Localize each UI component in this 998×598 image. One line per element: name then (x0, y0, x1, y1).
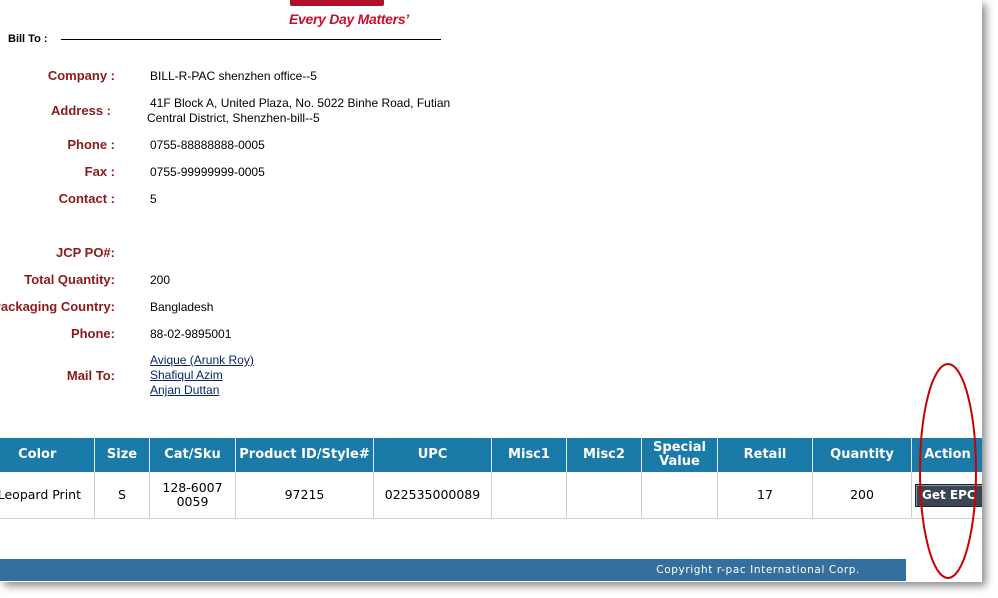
fax-label: Fax : (84, 164, 115, 179)
phone-value: 0755-88888888-0005 (150, 138, 265, 152)
bill-to-divider (61, 39, 441, 40)
mail-to-link[interactable]: Avique (Arunk Roy) (150, 353, 254, 368)
column-header-action: Action (911, 438, 982, 472)
column-header-cat-sku: Cat/Sku (149, 438, 236, 472)
phone-label: Phone : (67, 137, 115, 152)
cell-retail: 17 (717, 472, 813, 519)
fax-value: 0755-99999999-0005 (150, 165, 265, 179)
brand-tagline: Every Day Matters’ (289, 11, 409, 27)
contact-label: Contact : (58, 191, 115, 206)
column-header-size: Size (94, 438, 150, 472)
total-quantity-label: Total Quantity: (24, 272, 115, 287)
copyright-text: Copyright r-pac International Corp. (656, 564, 860, 576)
mail-to-link[interactable]: Shafiqul Azim (150, 368, 254, 383)
company-label: Company : (47, 68, 115, 83)
mail-to-list: Avique (Arunk Roy) Shafiqul Azim Anjan D… (150, 353, 254, 398)
column-header-special-value: Special Value (641, 438, 718, 472)
company-value: BILL-R-PAC shenzhen office--5 (150, 69, 317, 83)
cell-special-value (641, 472, 718, 519)
cell-quantity: 200 (812, 472, 912, 519)
column-header-quantity: Quantity (812, 438, 912, 472)
po-label: JCP PO#: (55, 245, 115, 260)
cell-misc2 (566, 472, 642, 519)
cat-sku-line: 0059 (176, 494, 209, 509)
order-page: Every Day Matters’ Bill To : Company : B… (0, 0, 982, 582)
packaging-country-value: Bangladesh (150, 300, 214, 314)
cell-action: Get EPC (911, 472, 982, 519)
order-phone-label: Phone: (70, 326, 115, 341)
total-quantity-value: 200 (150, 273, 171, 287)
cell-upc: 022535000089 (373, 472, 492, 519)
products-table: Color Size Cat/Sku Product ID/Style# UPC… (0, 438, 982, 519)
column-header-color: Color (0, 438, 95, 472)
column-header-misc1: Misc1 (491, 438, 567, 472)
address-line-2: Central District, Shenzhen-bill--5 (147, 111, 320, 125)
cell-size: S (94, 472, 150, 519)
bill-to-label: Bill To : (8, 33, 48, 45)
column-header-retail: Retail (717, 438, 813, 472)
table-row: Leopard Print S 128-6007 0059 97215 0225… (0, 472, 982, 519)
column-header-upc: UPC (373, 438, 492, 472)
logo-banner (290, 0, 384, 6)
cell-color: Leopard Print (0, 472, 95, 519)
table-header-row: Color Size Cat/Sku Product ID/Style# UPC… (0, 438, 982, 472)
cell-misc1 (491, 472, 567, 519)
packaging-country-label: Packaging Country: (0, 299, 115, 314)
address-line-1: 41F Block A, United Plaza, No. 5022 Binh… (150, 96, 451, 110)
contact-value: 5 (150, 192, 157, 206)
mail-to-label: Mail To: (66, 368, 115, 383)
address-label: Address : (51, 103, 111, 118)
column-header-misc2: Misc2 (566, 438, 642, 472)
cell-cat-sku: 128-6007 0059 (149, 472, 236, 519)
footer-bar: Copyright r-pac International Corp. (0, 559, 906, 581)
column-header-product-id: Product ID/Style# (235, 438, 374, 472)
cat-sku-line: 128-6007 (162, 480, 223, 495)
get-epc-button[interactable]: Get EPC (915, 483, 982, 507)
mail-to-link[interactable]: Anjan Duttan (150, 383, 254, 398)
order-phone-value: 88-02-9895001 (150, 327, 232, 341)
cell-product-id: 97215 (235, 472, 374, 519)
